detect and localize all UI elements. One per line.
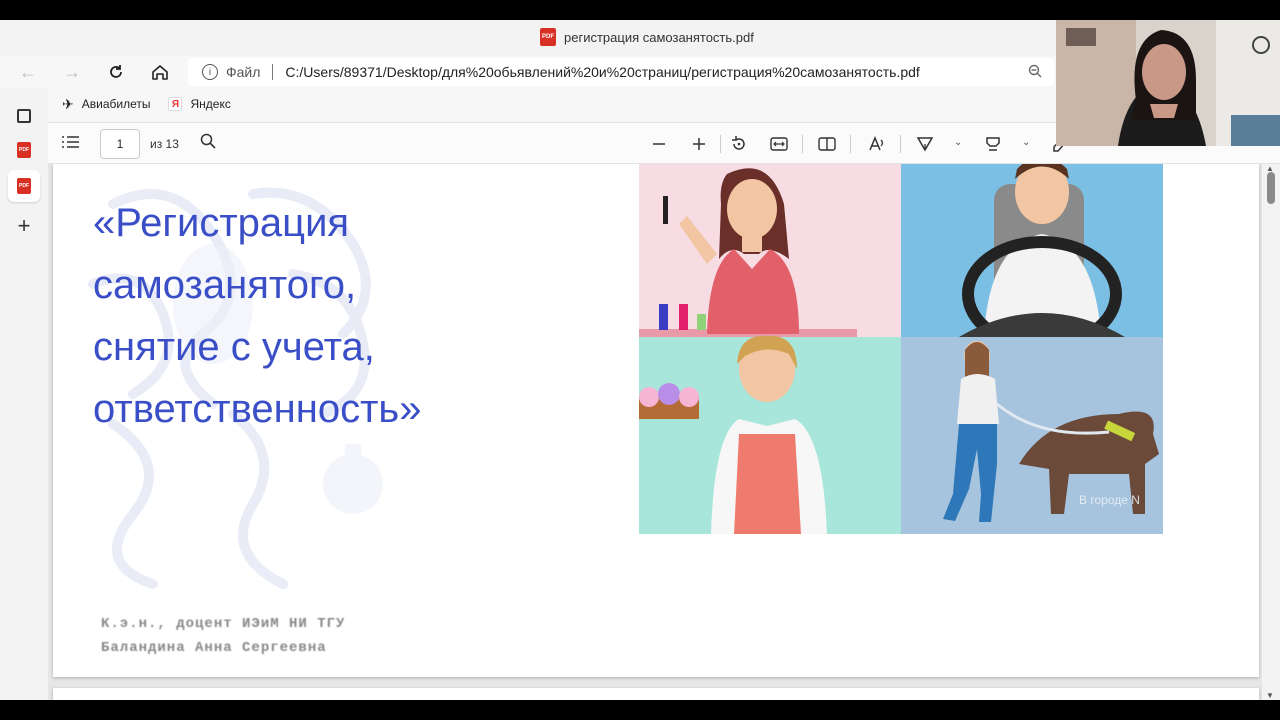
vertical-scrollbar[interactable]: ▲ ▼ [1262,164,1280,700]
pdf-page-1: «Регистрация самозанятого, снятие с учет… [53,164,1259,677]
pdf-tab-icon: PDF [17,142,31,158]
read-aloud-icon [869,136,884,151]
window-title-group: PDF регистрация самозанятость.pdf [540,28,754,46]
highlight-button[interactable] [982,133,1004,155]
page-view-button[interactable] [816,133,838,155]
yandex-icon: Я [168,97,183,111]
address-separator [272,64,274,80]
letterbox-top [0,0,1280,20]
pdf-tab-icon: PDF [17,178,31,194]
toolbar-separator [802,135,803,153]
author-line: К.э.н., доцент ИЭиМ НИ ТГУ [101,616,346,632]
webcam-overlay [1056,20,1280,146]
forward-button[interactable]: → [60,60,84,84]
slide-title-line: ответственность» [93,387,422,431]
slide-title: «Регистрация самозанятого, снятие с учет… [93,192,573,440]
vertical-tabs-sidebar: PDF PDF + [0,88,48,700]
tab-actions-button[interactable] [12,104,36,128]
toolbar-separator [900,135,901,153]
plane-icon: ✈ [62,95,74,112]
bookmark-label: Авиабилеты [81,97,151,111]
pdf-viewer[interactable]: «Регистрация самозанятого, снятие с учет… [48,164,1262,700]
slide-title-line: «Регистрация [93,201,350,245]
plus-icon [693,138,705,150]
chevron-down-icon[interactable]: ⌄ [1022,137,1030,148]
toolbar-separator [850,135,851,153]
letterbox-bottom [0,700,1280,720]
back-button[interactable]: ← [16,60,40,84]
address-bar[interactable]: i Файл C:/Users/89371/Desktop/для%20обья… [188,58,1054,86]
fit-width-icon [770,137,788,151]
author-block: К.э.н., доцент ИЭиМ НИ ТГУ Баландина Анн… [101,612,345,660]
zoom-out-button[interactable] [648,133,670,155]
contents-button[interactable] [62,135,80,154]
new-tab-button[interactable]: + [12,214,36,238]
address-scheme-label: Файл [226,64,261,80]
scroll-down-icon[interactable]: ▼ [1266,691,1274,700]
address-url[interactable]: C:/Users/89371/Desktop/для%20обьявлений%… [285,64,919,80]
zoom-in-button[interactable] [688,133,710,155]
reload-button[interactable] [104,60,128,84]
tabs-icon [17,109,31,123]
zoom-icon[interactable] [1028,64,1042,81]
slide-title-line: снятие с учета, [93,325,375,369]
plus-icon: + [17,213,31,238]
page-number-input[interactable]: 1 [100,129,140,159]
image-watermark-text: В городе N [1079,493,1140,507]
draw-button[interactable] [914,133,936,155]
tab-pdf-1[interactable]: PDF [12,138,36,162]
home-icon [152,65,168,80]
pdf-page-2 [53,688,1259,700]
search-icon [200,133,216,149]
toolbar-separator [720,135,721,153]
bookmark-aviabilety[interactable]: ✈ Авиабилеты [62,96,150,113]
pdf-file-icon: PDF [540,28,556,46]
draw-icon [916,137,934,152]
rotate-button[interactable] [728,133,750,155]
bookmark-yandex[interactable]: Я Яндекс [168,97,231,111]
minus-icon [653,143,665,145]
page-total-label: из 13 [150,137,179,151]
bookmark-label: Яндекс [190,97,231,111]
tab-pdf-active[interactable]: PDF [8,170,40,202]
home-button[interactable] [148,60,172,84]
reload-icon [110,65,122,78]
list-icon [62,136,79,148]
window-title: регистрация самозанятость.pdf [564,29,754,45]
fit-width-button[interactable] [768,133,790,155]
page-view-icon [818,137,836,151]
author-line: Баландина Анна Сергеевна [101,640,327,656]
chevron-down-icon[interactable]: ⌄ [954,137,962,148]
self-employed-illustration: В городе N [639,164,1163,534]
slide-title-line: самозанятого, [93,263,357,307]
read-aloud-button[interactable] [866,133,888,155]
rotate-icon [732,136,745,150]
info-icon[interactable]: i [202,64,218,80]
find-button[interactable] [200,133,216,154]
screen: PDF регистрация самозанятость.pdf ← → i … [0,0,1280,720]
highlight-icon [986,137,1000,151]
scrollbar-thumb[interactable] [1267,172,1275,204]
